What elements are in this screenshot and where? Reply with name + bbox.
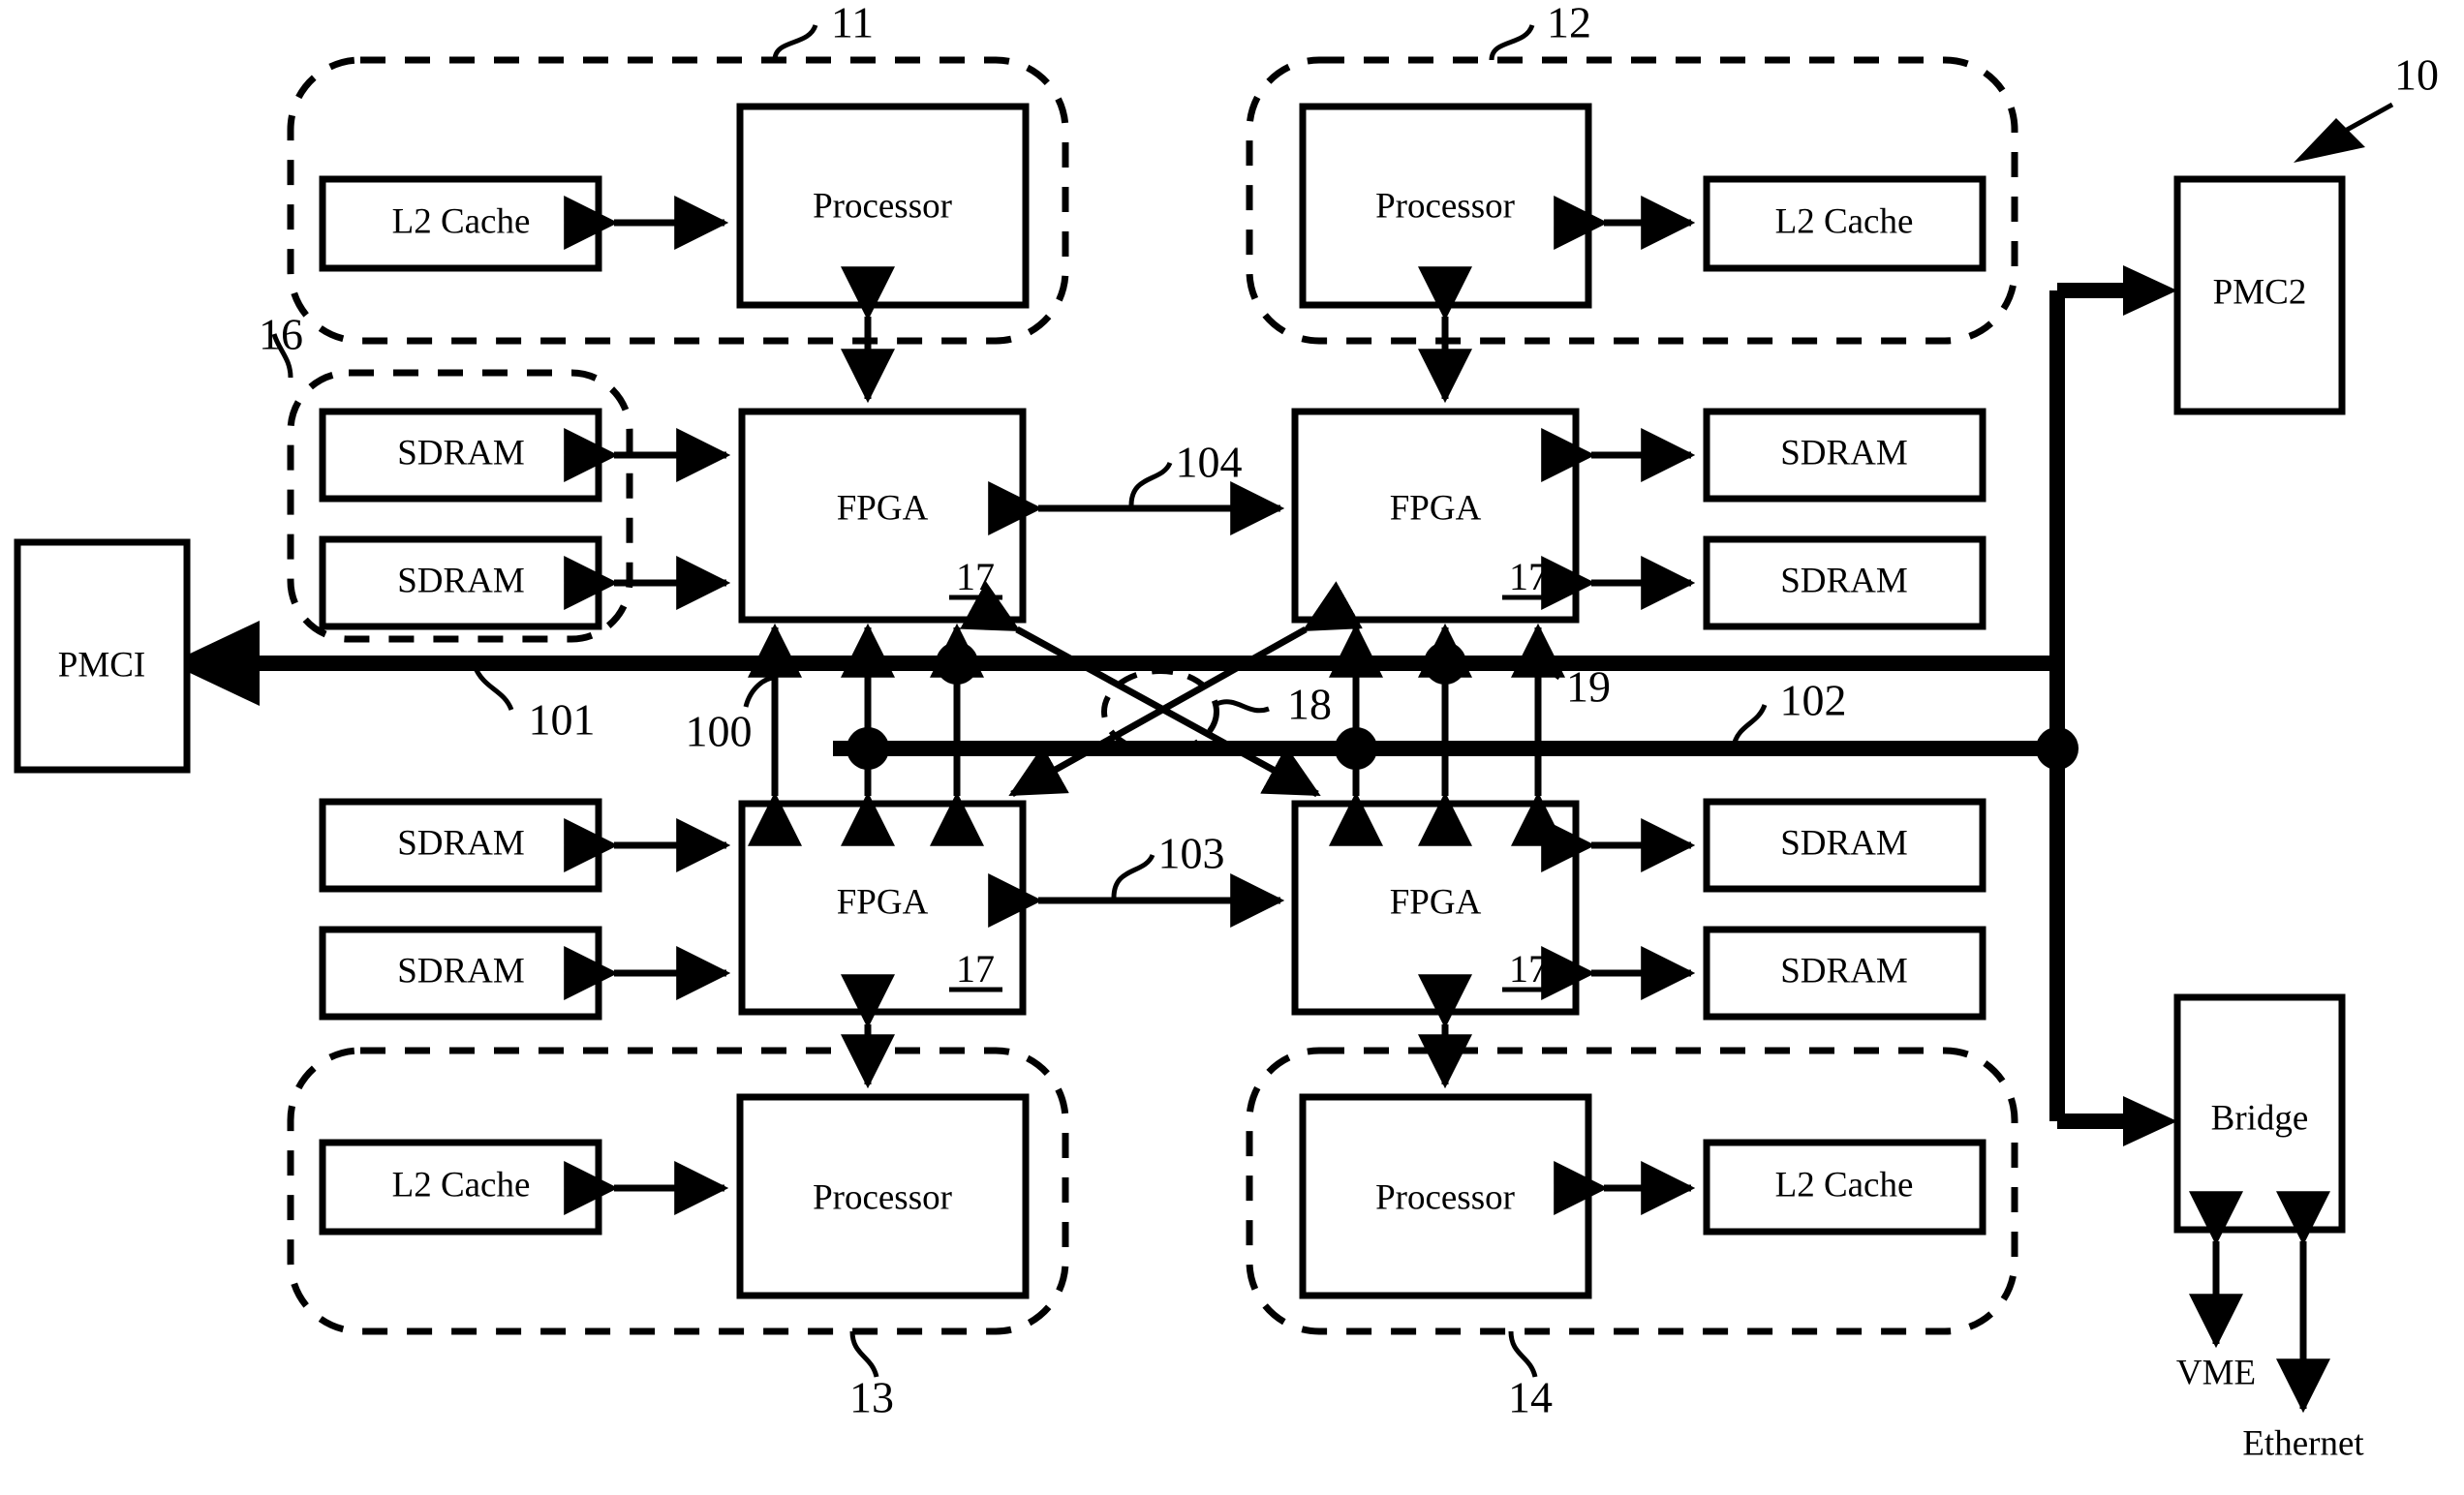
fpga-top-left-ref: 17 [956, 555, 995, 598]
sdram-top-right-1-label: SDRAM [1780, 433, 1908, 473]
processor-top-right-label: Processor [1375, 186, 1515, 226]
junction-dot-102-left [847, 727, 889, 770]
vme-label: VME [2176, 1353, 2256, 1392]
ref-100: 100 [686, 707, 753, 756]
sdram-bottom-left-2-label: SDRAM [397, 951, 525, 991]
patent-figure: L2 Cache Processor Processor L2 Cache L2… [0, 0, 2464, 1495]
ref-10: 10 [2394, 50, 2439, 100]
sdram-top-left-1-label: SDRAM [397, 433, 525, 473]
ref-19: 19 [1566, 662, 1611, 712]
fpga-top-right-ref: 17 [1509, 555, 1548, 598]
sdram-top-left-2-label: SDRAM [397, 561, 525, 600]
junction-dot-102-right [1335, 727, 1377, 770]
junction-dot-101-left [936, 642, 978, 685]
diagram-canvas: L2 Cache Processor Processor L2 Cache L2… [0, 0, 2464, 1495]
ref-101: 101 [529, 695, 596, 745]
ref-102: 102 [1780, 676, 1847, 725]
l2-cache-bottom-right-label: L2 Cache [1775, 1165, 1914, 1205]
fpga-bottom-right-ref: 17 [1509, 947, 1548, 991]
ref-14: 14 [1508, 1373, 1553, 1422]
ref-104: 104 [1176, 438, 1243, 487]
processor-bottom-left-label: Processor [813, 1177, 952, 1217]
l2-cache-bottom-left-label: L2 Cache [392, 1165, 531, 1205]
junction-dot-101-right [1424, 642, 1466, 685]
sdram-bottom-right-1-label: SDRAM [1780, 823, 1908, 863]
sdram-top-right-2-label: SDRAM [1780, 561, 1908, 600]
processor-bottom-right-label: Processor [1375, 1177, 1515, 1217]
sdram-bottom-right-2-label: SDRAM [1780, 951, 1908, 991]
fpga-bottom-right-label: FPGA [1390, 882, 1482, 922]
ref-103: 103 [1158, 829, 1225, 878]
bridge-label: Bridge [2211, 1098, 2309, 1138]
junction-dot-102-trunk [2036, 727, 2079, 770]
l2-cache-top-right-label: L2 Cache [1775, 201, 1914, 241]
pmc1-label: PMCI [58, 645, 145, 685]
processor-top-left-label: Processor [813, 186, 952, 226]
ref-16: 16 [259, 310, 303, 359]
pmc2-label: PMC2 [2213, 272, 2307, 312]
ref-12: 12 [1547, 0, 1591, 47]
fpga-top-right-label: FPGA [1390, 488, 1482, 528]
fpga-top-left-label: FPGA [837, 488, 929, 528]
fpga-bottom-left-label: FPGA [837, 882, 929, 922]
ref-13: 13 [849, 1373, 894, 1422]
ref-18: 18 [1287, 680, 1332, 729]
l2-cache-top-left-label: L2 Cache [392, 201, 531, 241]
sdram-bottom-left-1-label: SDRAM [397, 823, 525, 863]
fpga-bottom-left-ref: 17 [956, 947, 995, 991]
ref-11: 11 [831, 0, 874, 47]
ethernet-label: Ethernet [2242, 1423, 2364, 1463]
